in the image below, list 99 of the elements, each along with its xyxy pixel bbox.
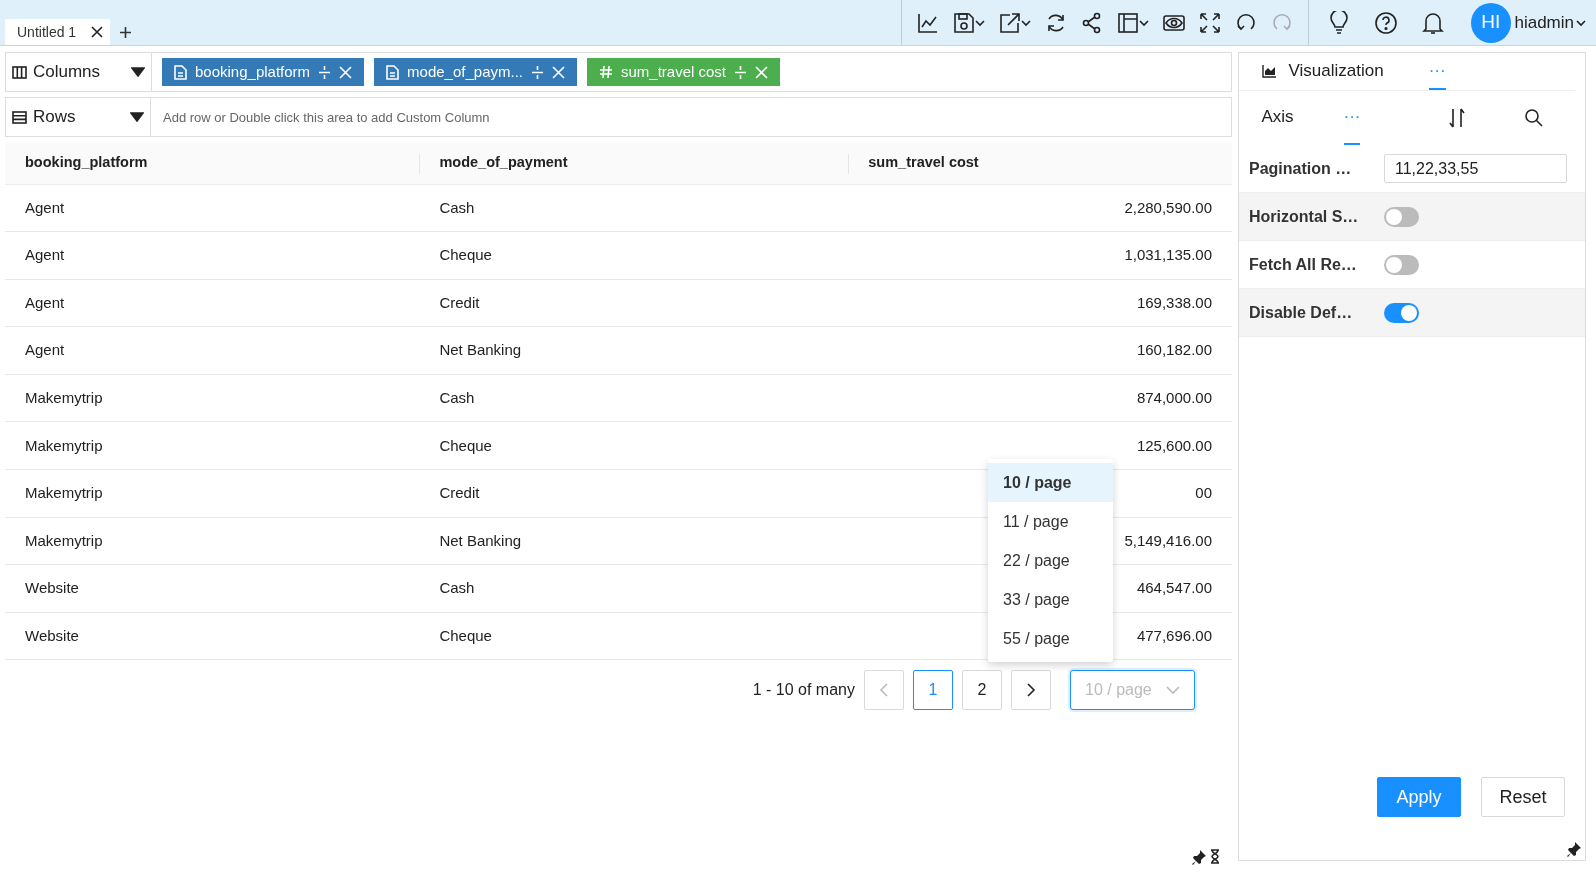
table-cell: Makemytrip <box>25 531 103 549</box>
export-icon <box>999 11 1022 34</box>
table-cell: Cheque <box>439 246 492 264</box>
table-cell: Cheque <box>439 626 492 644</box>
text-field[interactable]: 11,22,33,55 <box>1384 154 1567 183</box>
chip-label: mode_of_paym... <box>407 61 523 82</box>
chevron-right-icon <box>1026 683 1036 698</box>
table-cell: 477,696.00 <box>1136 626 1212 644</box>
table-cell: 160,182.00 <box>1136 341 1212 359</box>
table-cell: Website <box>25 626 79 644</box>
tab-title: Untitled 1 <box>17 22 77 42</box>
expand-icon <box>1199 11 1222 34</box>
hash-icon <box>599 65 613 79</box>
split-icon <box>318 64 332 80</box>
column-header: booking_platform <box>25 153 148 170</box>
caret-icon <box>1576 17 1586 28</box>
table-cell: Cash <box>439 579 475 597</box>
column-header: sum_travel cost <box>868 153 979 170</box>
menu-option[interactable]: 33 / page <box>988 580 1113 620</box>
table-cell: 169,338.00 <box>1136 293 1212 311</box>
sort-icon <box>1448 107 1466 129</box>
table-cell: Credit <box>439 293 480 311</box>
menu-option[interactable]: 11 / page <box>988 502 1113 542</box>
table-cell: Agent <box>25 246 65 264</box>
menu-option[interactable]: 55 / page <box>988 619 1113 659</box>
table-cell: 464,547.00 <box>1136 579 1212 597</box>
split-icon <box>734 64 748 80</box>
next-page-button[interactable] <box>1011 670 1051 711</box>
line-chart-icon <box>917 11 940 34</box>
caret-icon <box>975 17 986 28</box>
user-menu[interactable]: hiadmin <box>1514 9 1586 36</box>
table-cell: Cash <box>439 198 475 216</box>
table-cell: 2,280,590.00 <box>1124 198 1212 216</box>
panel-subtab[interactable]: Axis <box>1261 91 1344 145</box>
rows-icon <box>12 109 27 125</box>
close-icon[interactable] <box>90 25 105 39</box>
pin-icon <box>1566 841 1582 857</box>
table-cell: Cheque <box>439 436 492 454</box>
rows-drop-field[interactable]: Add row or Double click this area to add Custom Column <box>151 97 1232 137</box>
lightbulb-icon <box>1328 10 1351 35</box>
panel-tab[interactable]: Visualization <box>1261 53 1384 90</box>
table-cell: 874,000.00 <box>1136 388 1212 406</box>
close-icon <box>755 65 769 79</box>
caret-icon <box>1021 17 1032 28</box>
search-icon <box>1524 108 1544 128</box>
table-cell: Cash <box>439 388 475 406</box>
dropdown-icon <box>130 112 144 122</box>
setting-label: Horizontal S… <box>1249 206 1360 227</box>
document-icon <box>386 64 400 80</box>
table-cell: Agent <box>25 341 65 359</box>
table-cell: 1,031,135.00 <box>1124 246 1212 264</box>
document-icon <box>174 64 187 80</box>
close-icon <box>339 65 353 79</box>
page-button[interactable]: 2 <box>962 670 1002 711</box>
hourglass-icon <box>1210 849 1220 864</box>
table-cell: Credit <box>439 484 480 502</box>
close-icon <box>552 65 565 79</box>
table-cell: Agent <box>25 293 65 311</box>
split-icon <box>531 64 544 80</box>
pin-icon <box>1191 849 1207 865</box>
columns-icon <box>12 64 27 80</box>
layout-icon <box>1117 11 1140 34</box>
toggle-switch[interactable] <box>1384 206 1419 227</box>
table-cell: Agent <box>25 198 65 216</box>
area-chart-icon <box>1261 63 1277 78</box>
field-chip[interactable]: booking_platform <box>162 58 365 86</box>
table-cell: Makemytrip <box>25 436 103 454</box>
table-cell: 5,149,416.00 <box>1124 531 1212 549</box>
table-cell: Website <box>25 579 79 597</box>
pagination-summary: 1 - 10 of many <box>752 680 855 701</box>
column-header: mode_of_payment <box>439 153 568 170</box>
document-tab[interactable]: Untitled 1 <box>5 19 111 45</box>
help-icon <box>1374 10 1399 35</box>
table-cell: Makemytrip <box>25 484 103 502</box>
table-cell: 00 <box>1195 484 1212 502</box>
toggle-switch[interactable] <box>1384 254 1419 275</box>
field-chip[interactable]: mode_of_paym... <box>374 58 577 86</box>
dropdown-icon <box>131 67 145 77</box>
table-cell: 125,600.00 <box>1136 436 1212 454</box>
chip-label: booking_platform <box>195 61 311 82</box>
setting-label: Fetch All Re… <box>1249 254 1358 275</box>
plus-icon <box>118 25 132 39</box>
table-cell: Makemytrip <box>25 388 103 406</box>
bell-icon <box>1422 10 1445 35</box>
shelf-label: Columns <box>33 61 101 84</box>
toggle-switch[interactable] <box>1384 302 1419 323</box>
shelf-label: Rows <box>33 106 76 129</box>
menu-option[interactable]: 10 / page <box>988 463 1113 503</box>
table-cell: Net Banking <box>439 341 522 359</box>
menu-option[interactable]: 22 / page <box>988 541 1113 581</box>
caret-icon <box>1139 17 1150 28</box>
setting-label: Pagination … <box>1249 158 1353 179</box>
table-cell: Net Banking <box>439 531 522 549</box>
chip-label: sum_travel cost <box>621 61 727 82</box>
chevron-left-icon <box>879 683 889 698</box>
chevron-down-icon <box>1166 685 1180 695</box>
setting-label: Disable Def… <box>1249 302 1354 323</box>
secondary-button[interactable]: Reset <box>1481 777 1565 817</box>
save-icon <box>953 11 976 34</box>
